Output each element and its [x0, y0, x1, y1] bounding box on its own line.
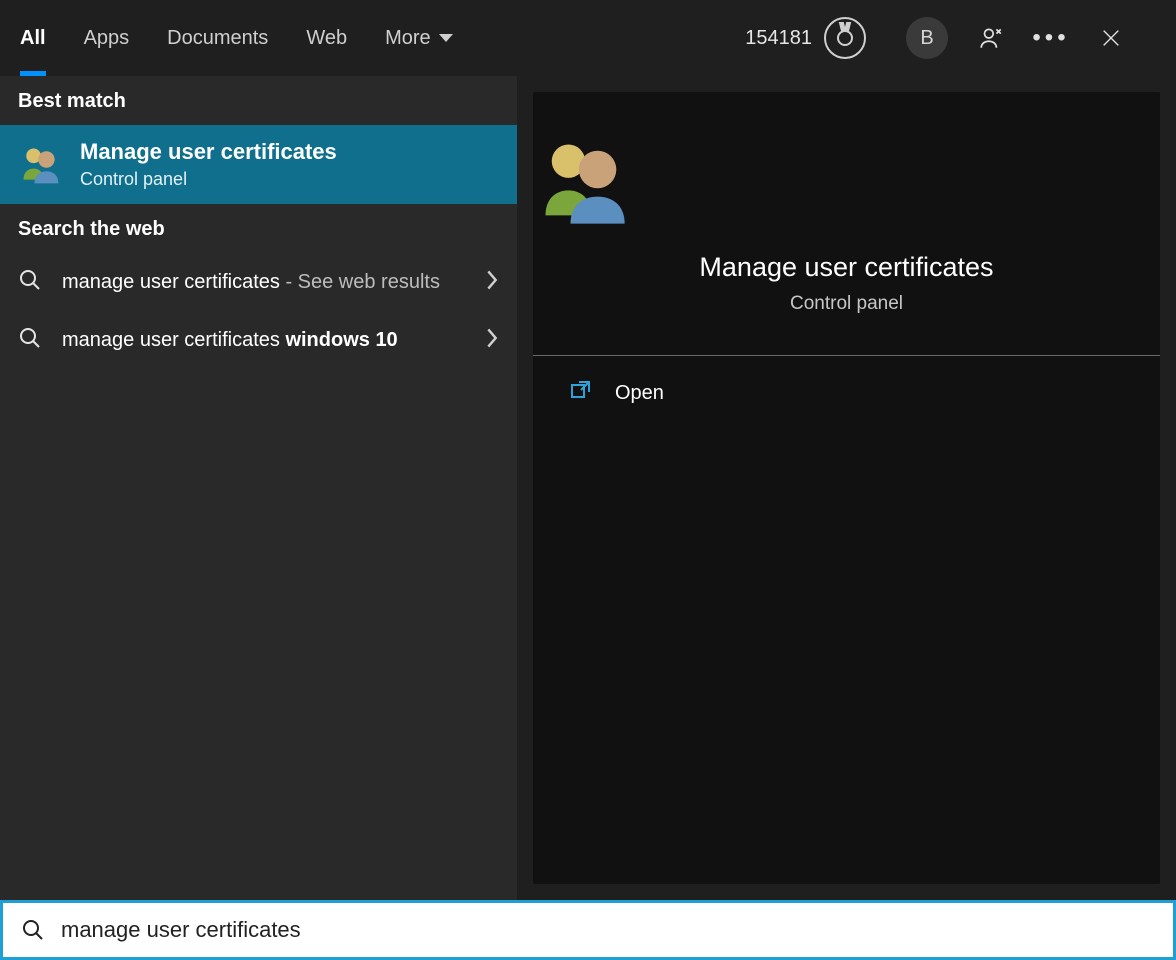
- search-input[interactable]: [61, 917, 1155, 943]
- chevron-right-icon: [485, 327, 499, 354]
- best-match-subtitle: Control panel: [80, 169, 337, 190]
- more-options-icon[interactable]: •••: [1036, 23, 1066, 53]
- chevron-down-icon: [439, 34, 453, 42]
- medal-icon: [824, 17, 866, 59]
- detail-subtitle: Control panel: [533, 293, 1160, 315]
- profile-initial: B: [920, 27, 933, 50]
- web-result-0[interactable]: manage user certificates - See web resul…: [0, 253, 517, 311]
- best-match-result[interactable]: Manage user certificates Control panel: [0, 125, 517, 204]
- results-panel: Best match Manage user certificates Cont…: [0, 76, 517, 900]
- rewards-points[interactable]: 154181: [745, 17, 866, 59]
- tab-documents[interactable]: Documents: [167, 0, 268, 76]
- close-icon[interactable]: [1096, 23, 1126, 53]
- search-bar[interactable]: [0, 900, 1176, 960]
- open-icon: [569, 378, 593, 408]
- action-open-label: Open: [615, 382, 664, 405]
- best-match-header: Best match: [0, 76, 517, 125]
- tab-apps[interactable]: Apps: [84, 0, 130, 76]
- topbar: All Apps Documents Web More 154181 B •••: [0, 0, 1176, 76]
- main-area: Best match Manage user certificates Cont…: [0, 76, 1176, 900]
- best-match-title: Manage user certificates: [80, 139, 337, 165]
- people-icon[interactable]: [976, 23, 1006, 53]
- detail-panel: Manage user certificates Control panel O…: [533, 92, 1160, 884]
- rewards-points-value: 154181: [745, 27, 812, 50]
- search-icon: [18, 326, 42, 355]
- search-icon: [18, 268, 42, 297]
- detail-title: Manage user certificates: [533, 252, 1160, 283]
- profile-avatar[interactable]: B: [906, 17, 948, 59]
- detail-panel-wrapper: Manage user certificates Control panel O…: [517, 76, 1176, 900]
- tab-more[interactable]: More: [385, 0, 453, 76]
- users-icon: [18, 143, 62, 187]
- web-result-text: manage user certificates windows 10: [62, 325, 465, 355]
- chevron-right-icon: [485, 269, 499, 296]
- web-result-text: manage user certificates - See web resul…: [62, 267, 465, 297]
- tab-all[interactable]: All: [20, 0, 46, 76]
- search-scope-tabs: All Apps Documents Web More: [20, 0, 453, 76]
- search-icon: [21, 918, 45, 942]
- tab-web[interactable]: Web: [306, 0, 347, 76]
- web-results-header: Search the web: [0, 204, 517, 253]
- tab-more-label: More: [385, 27, 431, 50]
- action-open[interactable]: Open: [533, 356, 1160, 430]
- web-result-1[interactable]: manage user certificates windows 10: [0, 311, 517, 369]
- users-icon-large: [533, 132, 1160, 232]
